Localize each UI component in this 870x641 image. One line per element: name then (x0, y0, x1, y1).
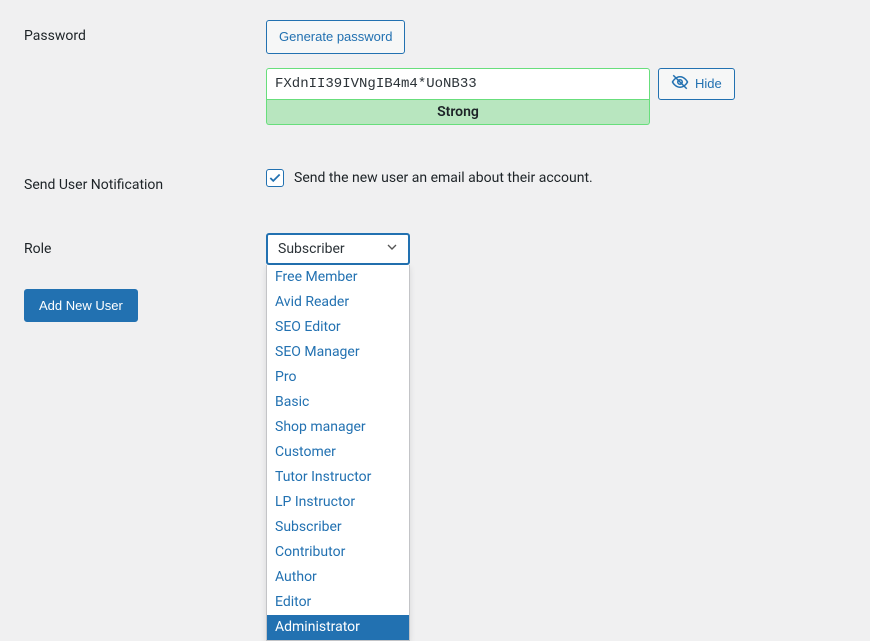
role-option[interactable]: Tutor Instructor (267, 465, 409, 490)
password-input[interactable] (266, 68, 650, 100)
role-option[interactable]: Editor (267, 590, 409, 615)
role-option[interactable]: Avid Reader (267, 290, 409, 315)
eye-slash-icon (671, 73, 689, 94)
generate-password-button[interactable]: Generate password (266, 20, 405, 54)
role-option[interactable]: Shop manager (267, 415, 409, 440)
hide-button-label: Hide (695, 76, 722, 91)
role-select-wrap: Subscriber Free MemberAvid ReaderSEO Edi… (266, 233, 410, 265)
role-option[interactable]: Subscriber (267, 515, 409, 540)
password-label: Password (24, 20, 266, 44)
role-option[interactable]: Author (267, 565, 409, 590)
notification-checkbox-row: Send the new user an email about their a… (266, 169, 870, 187)
password-field-group: Generate password Strong Hide (266, 20, 870, 125)
notification-label: Send User Notification (24, 169, 266, 193)
add-user-form: Password Generate password Strong (0, 0, 870, 265)
role-option[interactable]: Contributor (267, 540, 409, 565)
add-new-user-button[interactable]: Add New User (24, 289, 138, 323)
role-option[interactable]: Customer (267, 440, 409, 465)
notification-row: Send User Notification Send the new user… (24, 169, 870, 193)
role-select[interactable]: Subscriber (266, 233, 410, 265)
role-label: Role (24, 233, 266, 257)
role-option[interactable]: Pro (267, 365, 409, 390)
hide-password-button[interactable]: Hide (658, 68, 735, 100)
role-option[interactable]: Free Member (267, 265, 409, 290)
role-option[interactable]: Administrator (267, 615, 409, 640)
password-strength-indicator: Strong (266, 100, 650, 125)
role-option[interactable]: SEO Editor (267, 315, 409, 340)
password-column: Strong (266, 68, 650, 125)
notification-text: Send the new user an email about their a… (294, 170, 593, 186)
password-input-wrap: Strong Hide (266, 68, 870, 125)
notification-field: Send the new user an email about their a… (266, 169, 870, 187)
notification-checkbox[interactable] (266, 169, 284, 187)
role-option[interactable]: SEO Manager (267, 340, 409, 365)
role-option[interactable]: Basic (267, 390, 409, 415)
check-icon (268, 171, 282, 185)
password-row: Password Generate password Strong (24, 20, 870, 125)
role-field: Subscriber Free MemberAvid ReaderSEO Edi… (266, 233, 870, 265)
submit-row: Add New User (0, 281, 870, 323)
role-option[interactable]: LP Instructor (267, 490, 409, 515)
role-row: Role Subscriber Free MemberAvid ReaderSE… (24, 233, 870, 265)
role-selected-value: Subscriber (278, 241, 345, 257)
role-dropdown[interactable]: Free MemberAvid ReaderSEO EditorSEO Mana… (266, 265, 410, 641)
chevron-down-icon (384, 239, 400, 259)
